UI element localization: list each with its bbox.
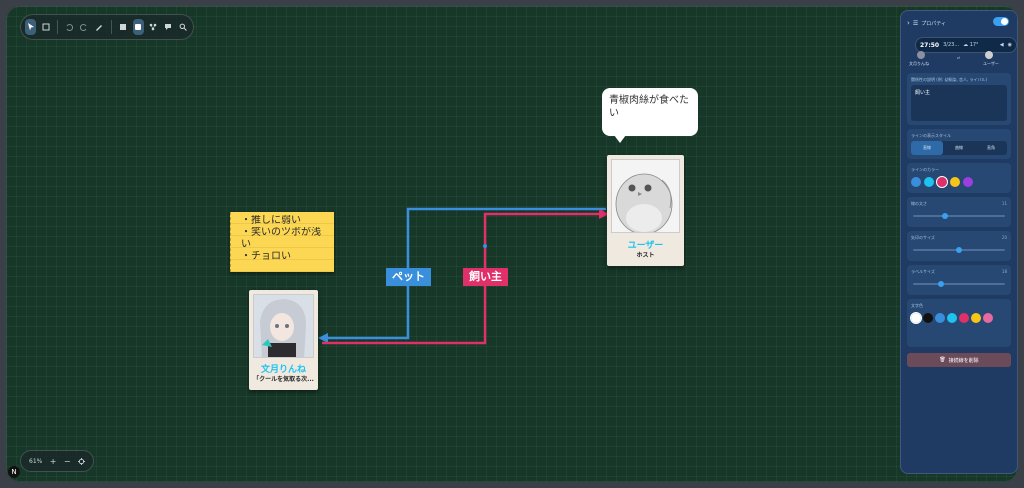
arrow-size-slider-thumb[interactable] (956, 247, 962, 253)
trash-icon: 🗑 (939, 357, 946, 363)
arrow-size-value: 20 (1001, 235, 1007, 240)
user-avatar (611, 159, 680, 233)
character-card[interactable]: 文月りんね 「クールを気取る次... (249, 290, 318, 390)
sticky-note-line: ・チョロい (241, 251, 291, 262)
sticky-note-line: ・笑いのツボが浅 (241, 227, 321, 238)
color-swatch[interactable] (983, 313, 993, 323)
properties-icon: ☰ (912, 19, 919, 27)
fit-view-icon[interactable] (77, 457, 85, 465)
zoom-level: 61% (29, 457, 43, 465)
sticky-note-line: い (241, 239, 251, 250)
time-meta: 3/23... (943, 42, 960, 48)
swap-icon[interactable]: ⇄ (957, 55, 960, 60)
collapse-panel-icon[interactable]: › (907, 19, 910, 27)
volume-icon[interactable]: ◀ (1000, 42, 1004, 48)
pet-connection-label[interactable]: ペット (386, 268, 431, 286)
label-size-slider-thumb[interactable] (937, 281, 944, 287)
color-swatch[interactable] (947, 313, 957, 323)
line-color-swatches (911, 176, 973, 188)
color-swatch[interactable] (959, 313, 969, 323)
panel-toggle[interactable] (993, 17, 1009, 26)
label-size-section: ラベルサイズ 18 (907, 265, 1011, 295)
color-swatch[interactable] (935, 313, 945, 323)
line-style-section: ラインの表示スタイル 直線 曲線 直角 (907, 129, 1011, 159)
character-portrait-icon (254, 295, 313, 357)
line-color-label: ラインのカラー (911, 167, 939, 172)
label-size-slider[interactable] (913, 281, 1005, 287)
arrow-size-label: 矢印のサイズ (911, 235, 935, 240)
line-style-option-straight[interactable]: 直線 (911, 141, 943, 155)
owner-connection-label[interactable]: 飼い主 (463, 268, 508, 286)
from-name: 文月りんね (909, 61, 929, 66)
zoom-in-button[interactable]: + (50, 457, 57, 466)
time-display: 27:50 (920, 41, 940, 49)
color-swatch[interactable] (971, 313, 981, 323)
text-color-section: 文字色 (907, 299, 1011, 347)
to-avatar (985, 51, 993, 59)
zoom-out-button[interactable]: − (64, 457, 71, 466)
line-style-label: ラインの表示スタイル (911, 133, 951, 138)
relation-input[interactable]: 飼い主 (911, 85, 1007, 121)
user-card-role: ホスト (636, 252, 655, 259)
whiteboard-canvas[interactable]: ・推しに弱い ・笑いのツボが浅 い ・チョロい 青椒肉絲が食べたい ユーザー ホ… (6, 6, 1018, 482)
connection-endpoints: 文月りんね ⇄ ユーザー (907, 51, 1011, 69)
speech-bubble-text: 青椒肉絲が食べたい (609, 95, 689, 119)
character-card-role: 「クールを気取る次... (253, 376, 314, 383)
sticky-note-line: ・推しに弱い (241, 215, 301, 226)
color-swatch[interactable] (911, 177, 921, 187)
line-style-option-curve[interactable]: 曲線 (943, 141, 975, 155)
to-name: ユーザー (983, 61, 999, 66)
from-avatar (917, 51, 925, 59)
line-width-value: 11 (1001, 201, 1007, 206)
delete-connection-button[interactable]: 🗑 接続線を削除 (907, 353, 1011, 367)
text-color-swatches (910, 312, 993, 324)
line-style-option-right-angle[interactable]: 直角 (975, 141, 1007, 155)
arrow-size-section: 矢印のサイズ 20 (907, 231, 1011, 261)
panel-title: プロパティ (921, 20, 946, 27)
user-card[interactable]: ユーザー ホスト (607, 155, 684, 266)
visibility-icon[interactable]: ◉ (1008, 42, 1012, 48)
color-swatch[interactable] (936, 176, 948, 188)
line-width-slider-thumb[interactable] (942, 213, 949, 219)
app-badge-icon[interactable]: N (8, 466, 20, 478)
line-color-section: ラインのカラー (907, 163, 1011, 193)
owner-connection-line[interactable] (322, 212, 602, 345)
line-width-label: 線の太さ (911, 201, 927, 206)
line-style-selector: 直線 曲線 直角 (911, 141, 1007, 155)
bird-avatar-icon (612, 160, 679, 232)
character-avatar (253, 294, 314, 358)
pet-arrowhead (318, 333, 328, 343)
panel-header: › ☰ プロパティ (907, 17, 1011, 29)
delete-connection-label: 接続線を削除 (948, 357, 979, 364)
text-color-label: 文字色 (911, 303, 923, 308)
zoom-controls: 61% + − (20, 450, 94, 472)
color-swatch[interactable] (963, 177, 973, 187)
line-width-section: 線の太さ 11 (907, 197, 1011, 227)
label-size-value: 18 (1001, 269, 1007, 274)
label-size-label: ラベルサイズ (911, 269, 935, 274)
connections-layer (318, 207, 609, 345)
weather: ☁ 17° (963, 42, 979, 48)
arrow-size-slider[interactable] (913, 247, 1005, 253)
relation-field-label: 関係性の説明 (例: 幼馴染, 恋人, ライバル) (911, 77, 988, 82)
line-width-slider[interactable] (913, 213, 1005, 219)
relation-section: 関係性の説明 (例: 幼馴染, 恋人, ライバル) 飼い主 (907, 73, 1011, 125)
color-swatch[interactable] (924, 177, 934, 187)
properties-panel: › ☰ プロパティ 27:50 3/23... ☁ 17° ◀ ◉ 文月りんね … (900, 10, 1018, 474)
speech-bubble[interactable]: 青椒肉絲が食べたい (602, 88, 698, 143)
color-swatch[interactable] (950, 177, 960, 187)
color-swatch[interactable] (910, 312, 922, 324)
color-swatch[interactable] (923, 313, 933, 323)
sticky-note[interactable]: ・推しに弱い ・笑いのツボが浅 い ・チョロい (230, 212, 334, 272)
line-handle[interactable] (483, 244, 487, 248)
